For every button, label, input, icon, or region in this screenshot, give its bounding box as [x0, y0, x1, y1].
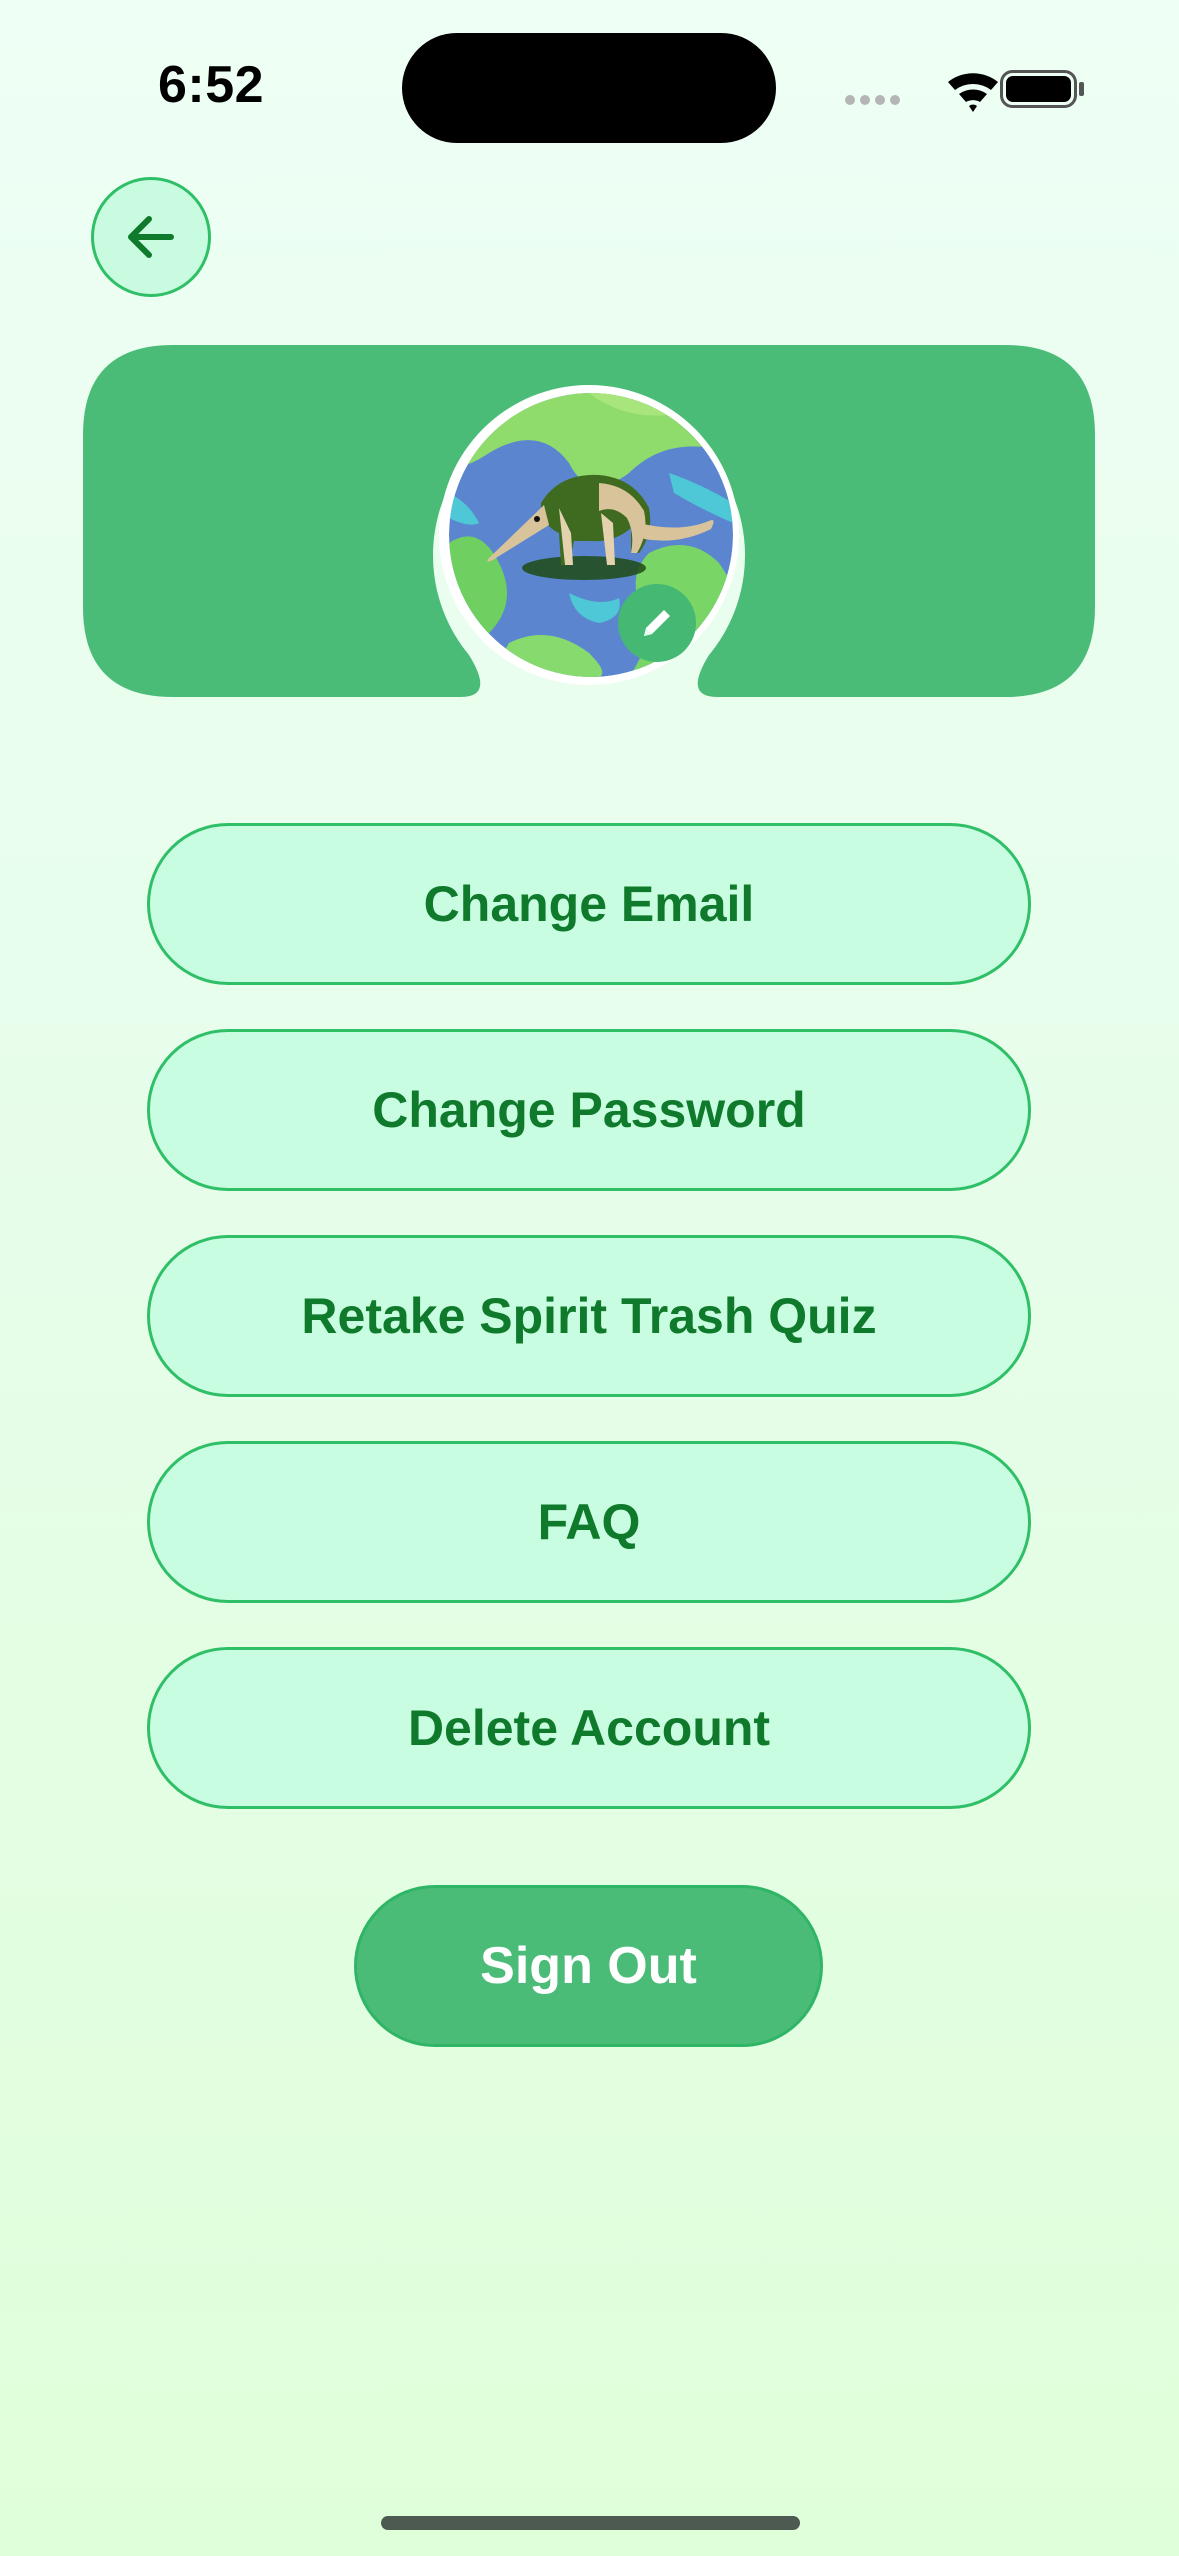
- status-time: 6:52: [158, 56, 265, 114]
- cellular-signal-icon: [845, 95, 900, 105]
- delete-account-button[interactable]: Delete Account: [147, 1647, 1031, 1809]
- wifi-icon: [948, 73, 998, 112]
- arrow-left-icon: [128, 216, 174, 258]
- status-icons: [845, 70, 1084, 112]
- change-email-button[interactable]: Change Email: [147, 823, 1031, 985]
- battery-icon: [1000, 70, 1084, 108]
- change-password-button[interactable]: Change Password: [147, 1029, 1031, 1191]
- retake-quiz-button[interactable]: Retake Spirit Trash Quiz: [147, 1235, 1031, 1397]
- home-indicator[interactable]: [381, 2516, 800, 2530]
- back-button[interactable]: [91, 177, 211, 297]
- sign-out-button[interactable]: Sign Out: [354, 1885, 823, 2047]
- edit-avatar-button[interactable]: [618, 584, 696, 662]
- status-bar: 6:52: [0, 0, 1179, 160]
- dynamic-island: [402, 33, 776, 143]
- faq-button[interactable]: FAQ: [147, 1441, 1031, 1603]
- pencil-icon: [644, 610, 670, 636]
